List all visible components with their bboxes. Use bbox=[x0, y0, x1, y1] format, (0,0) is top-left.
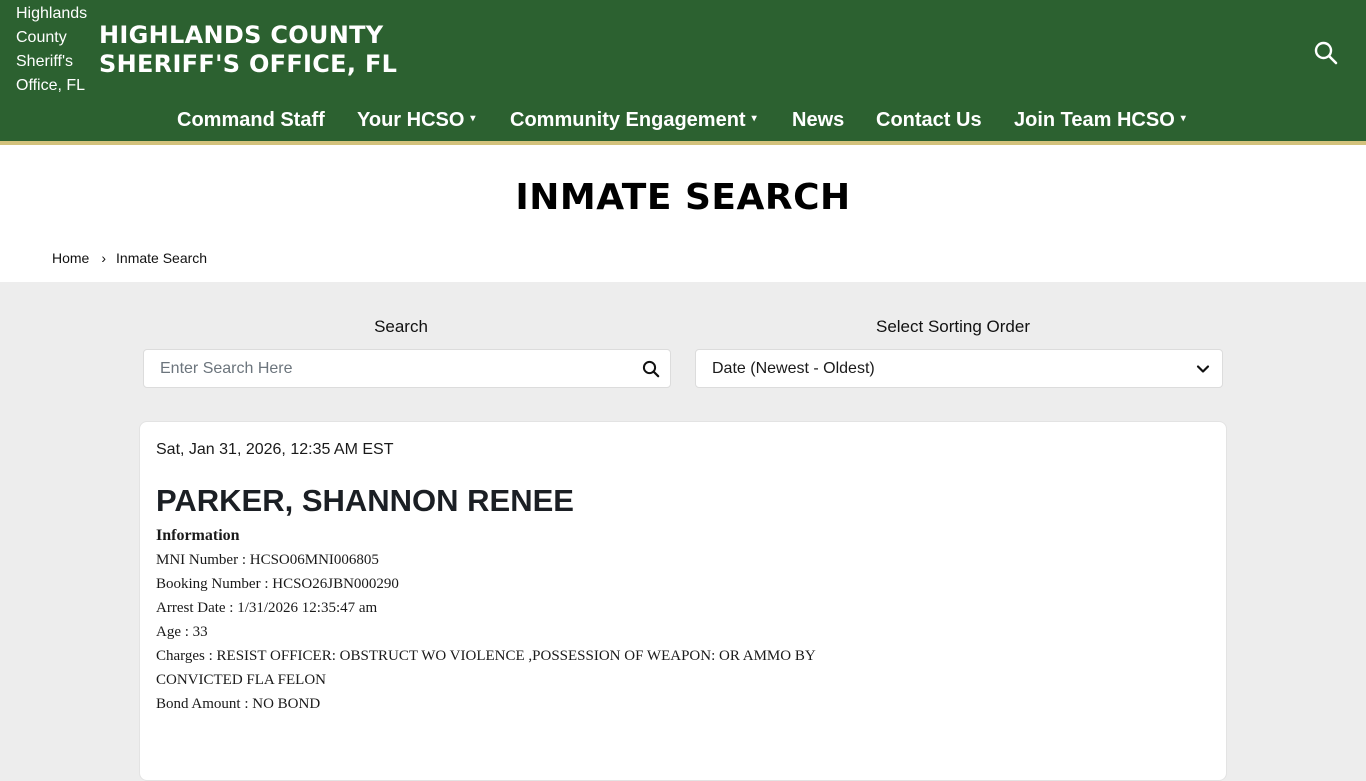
inmate-record-card: Sat, Jan 31, 2026, 12:35 AM EST PARKER, … bbox=[139, 421, 1227, 781]
search-icon bbox=[1314, 41, 1338, 65]
caret-down-icon: ▾ bbox=[470, 112, 476, 124]
search-placeholder: Enter Search Here bbox=[160, 360, 293, 377]
page-title-bar: INMATE SEARCH Home › Inmate Search bbox=[0, 145, 1366, 282]
nav-community-engagement[interactable]: Community Engagement ▾ bbox=[510, 104, 757, 138]
mni-number: MNI Number : HCSO06MNI006805 bbox=[156, 552, 379, 568]
chevron-down-icon bbox=[1196, 365, 1210, 373]
search-icon[interactable] bbox=[642, 360, 660, 378]
nav-command-staff[interactable]: Command Staff bbox=[177, 104, 325, 138]
age: Age : 33 bbox=[156, 624, 208, 640]
site-header: Highlands County Sheriff's Office, FL HI… bbox=[0, 0, 1366, 141]
breadcrumb: Home › Inmate Search bbox=[52, 249, 207, 267]
inmate-name[interactable]: PARKER, SHANNON RENEE bbox=[156, 482, 574, 520]
inmate-information: Information MNI Number : HCSO06MNI006805… bbox=[156, 524, 916, 716]
site-title[interactable]: HIGHLANDS COUNTY SHERIFF'S OFFICE, FL bbox=[99, 21, 429, 79]
booking-number: Booking Number : HCSO26JBN000290 bbox=[156, 576, 399, 592]
page-title: INMATE SEARCH bbox=[515, 177, 851, 218]
breadcrumb-current: Inmate Search bbox=[116, 250, 208, 266]
breadcrumb-separator-icon: › bbox=[101, 250, 107, 266]
nav-label: Join Team HCSO bbox=[1014, 109, 1175, 131]
nav-label: Your HCSO bbox=[357, 109, 465, 131]
site-logo[interactable]: Highlands County Sheriff's Office, FL bbox=[16, 2, 94, 98]
sort-order-select[interactable]: Date (Newest - Oldest) bbox=[695, 349, 1223, 388]
record-timestamp: Sat, Jan 31, 2026, 12:35 AM EST bbox=[156, 441, 394, 458]
site-title-line2: SHERIFF'S OFFICE, FL bbox=[99, 50, 398, 78]
nav-label: Command Staff bbox=[177, 109, 325, 131]
sort-selected-value: Date (Newest - Oldest) bbox=[712, 360, 875, 377]
nav-join-team-hcso[interactable]: Join Team HCSO ▾ bbox=[1014, 104, 1186, 138]
search-label: Search bbox=[374, 317, 428, 336]
charges-line-2: CONVICTED FLA FELON bbox=[156, 672, 327, 688]
search-input[interactable]: Enter Search Here bbox=[143, 349, 671, 388]
nav-your-hcso[interactable]: Your HCSO ▾ bbox=[357, 104, 475, 138]
sort-label: Select Sorting Order bbox=[875, 317, 1030, 336]
nav-contact-us[interactable]: Contact Us bbox=[876, 104, 982, 138]
bond-amount: Bond Amount : NO BOND bbox=[156, 696, 321, 712]
nav-news[interactable]: News bbox=[792, 104, 844, 138]
information-heading: Information bbox=[156, 527, 240, 544]
header-search-button[interactable] bbox=[1313, 40, 1339, 66]
nav-label: Contact Us bbox=[876, 109, 982, 131]
nav-label: News bbox=[792, 109, 845, 131]
caret-down-icon: ▾ bbox=[751, 112, 757, 124]
arrest-date: Arrest Date : 1/31/2026 12:35:47 am bbox=[156, 600, 378, 616]
charges-line-1: Charges : RESIST OFFICER: OBSTRUCT WO VI… bbox=[156, 648, 816, 664]
nav-label: Community Engagement bbox=[510, 109, 746, 131]
main-nav: Command Staff Your HCSO ▾ Community Engag… bbox=[0, 104, 1366, 138]
caret-down-icon: ▾ bbox=[1180, 112, 1186, 124]
site-title-line1: HIGHLANDS COUNTY bbox=[99, 21, 384, 49]
breadcrumb-home-link[interactable]: Home bbox=[52, 250, 89, 266]
